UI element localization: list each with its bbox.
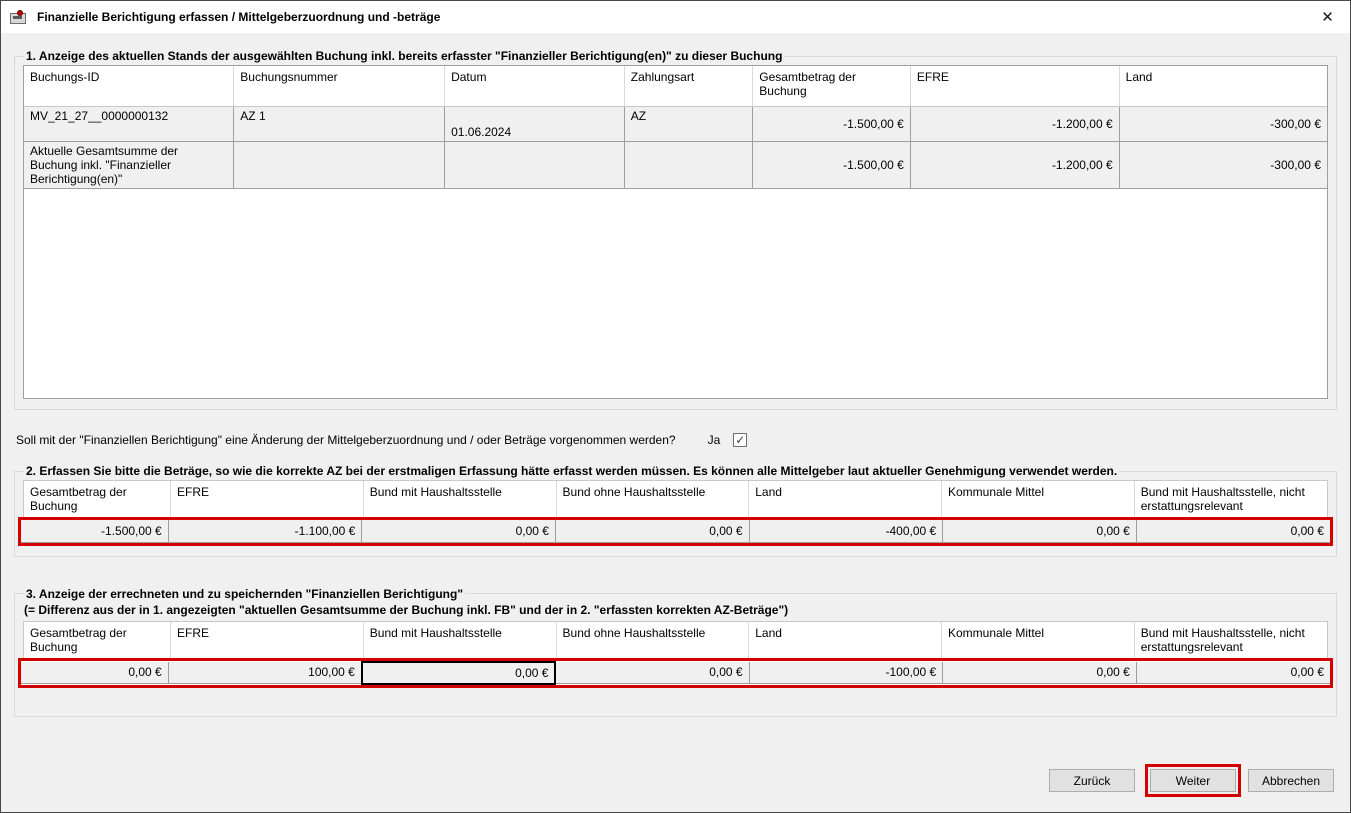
col2-land: Land: [749, 481, 942, 517]
close-icon: ✕: [1321, 8, 1334, 26]
cell-land: -300,00 €: [1119, 106, 1327, 141]
section-1-legend: 1. Anzeige des aktuellen Stands der ausg…: [24, 49, 784, 63]
input2-bund-mit-hh[interactable]: 0,00 €: [362, 520, 556, 542]
section-3-legend-line1: 3. Anzeige der errechneten und zu speich…: [24, 587, 465, 601]
col2-bund-mit-hh-nicht-erstattung: Bund mit Haushaltsstelle, nicht erstattu…: [1134, 481, 1327, 517]
col2-kommunale-mittel: Kommunale Mittel: [941, 481, 1134, 517]
zurueck-button[interactable]: Zurück: [1049, 769, 1135, 792]
sum-row: Aktuelle Gesamtsumme der Buchung inkl. "…: [24, 141, 1327, 188]
input2-efre[interactable]: -1.100,00 €: [168, 520, 362, 542]
dialog-button-bar: Zurück Weiter Abbrechen: [1049, 764, 1334, 797]
dialog-window: Finanzielle Berichtigung erfassen / Mitt…: [0, 0, 1351, 813]
correction-highlight: 0,00 € 100,00 € 0,00 € 0,00 € -100,00 € …: [18, 658, 1333, 688]
title-bar: Finanzielle Berichtigung erfassen / Mitt…: [1, 1, 1350, 33]
correction-header: Gesamtbetrag der Buchung EFRE Bund mit H…: [23, 621, 1328, 658]
value3-land[interactable]: -100,00 €: [749, 662, 943, 684]
value3-bund-mit-hh-focused[interactable]: 0,00 €: [362, 662, 556, 684]
col3-bund-mit-hh-nicht-erstattung: Bund mit Haushaltsstelle, nicht erstattu…: [1134, 622, 1327, 658]
col2-bund-ohne-hh: Bund ohne Haushaltsstelle: [556, 481, 749, 517]
correct-amounts-header: Gesamtbetrag der Buchung EFRE Bund mit H…: [23, 480, 1328, 517]
correct-amounts-header-table: Gesamtbetrag der Buchung EFRE Bund mit H…: [24, 481, 1327, 517]
section-3-groupbox: 3. Anzeige der errechneten und zu speich…: [14, 587, 1337, 717]
col3-efre: EFRE: [171, 622, 364, 658]
change-question-row: Soll mit der "Finanziellen Berichtigung"…: [16, 430, 1350, 450]
col2-bund-mit-hh: Bund mit Haushaltsstelle: [363, 481, 556, 517]
input2-bund-ohne-hh[interactable]: 0,00 €: [555, 520, 749, 542]
cell-empty-2: [445, 141, 625, 188]
correction-row: 0,00 € 100,00 € 0,00 € 0,00 € -100,00 € …: [21, 662, 1330, 684]
correct-amounts-row: -1.500,00 € -1.100,00 € 0,00 € 0,00 € -4…: [21, 520, 1330, 542]
bookings-table-container: Buchungs-ID Buchungsnummer Datum Zahlung…: [23, 65, 1328, 399]
cell-buchungsnummer: AZ 1: [234, 106, 445, 141]
col3-gesamtbetrag: Gesamtbetrag der Buchung: [24, 622, 171, 658]
correction-header-row: Gesamtbetrag der Buchung EFRE Bund mit H…: [24, 622, 1327, 658]
cell-datum: 01.06.2024: [445, 106, 625, 141]
app-icon: [10, 10, 27, 25]
cell-empty-3: [624, 141, 752, 188]
cell-empty-1: [234, 141, 445, 188]
col3-bund-mit-hh: Bund mit Haushaltsstelle: [363, 622, 556, 658]
input2-bund-mit-hh-nicht-erstattung[interactable]: 0,00 €: [1136, 520, 1330, 542]
cell-gesamtbetrag: -1.500,00 €: [753, 106, 911, 141]
cell-zahlungsart: AZ: [624, 106, 752, 141]
col-land: Land: [1119, 66, 1327, 106]
cell-buchungs-id: MV_21_27__0000000132: [24, 106, 234, 141]
weiter-button[interactable]: Weiter: [1150, 769, 1236, 792]
col-buchungs-id: Buchungs-ID: [24, 66, 234, 106]
value3-efre[interactable]: 100,00 €: [168, 662, 362, 684]
input2-gesamtbetrag[interactable]: -1.500,00 €: [21, 520, 168, 542]
cell-sum-label: Aktuelle Gesamtsumme der Buchung inkl. "…: [24, 141, 234, 188]
section-2-groupbox: 2. Erfassen Sie bitte die Beträge, so wi…: [14, 464, 1337, 557]
section-3-filler: [23, 688, 1328, 706]
booking-row: MV_21_27__0000000132 AZ 1 01.06.2024 AZ …: [24, 106, 1327, 141]
app-icon-slot: [13, 16, 22, 19]
section-1-groupbox: 1. Anzeige des aktuellen Stands der ausg…: [14, 49, 1337, 410]
correct-amounts-row-table: -1.500,00 € -1.100,00 € 0,00 € 0,00 € -4…: [21, 520, 1330, 543]
col2-efre: EFRE: [171, 481, 364, 517]
cell-efre: -1.200,00 €: [910, 106, 1119, 141]
window-title: Finanzielle Berichtigung erfassen / Mitt…: [37, 10, 440, 24]
cell-sum-land: -300,00 €: [1119, 141, 1327, 188]
correction-header-table: Gesamtbetrag der Buchung EFRE Bund mit H…: [24, 622, 1327, 658]
value3-gesamtbetrag[interactable]: 0,00 €: [21, 662, 168, 684]
value3-bund-mit-hh-nicht-erstattung[interactable]: 0,00 €: [1136, 662, 1330, 684]
cell-sum-efre: -1.200,00 €: [910, 141, 1119, 188]
input2-land[interactable]: -400,00 €: [749, 520, 943, 542]
section-3-legend-line2: (= Differenz aus der in 1. angezeigten "…: [24, 603, 1328, 617]
change-question-text: Soll mit der "Finanziellen Berichtigung"…: [16, 433, 676, 447]
checkmark-icon: ✓: [735, 433, 745, 447]
input2-kommunale-mittel[interactable]: 0,00 €: [943, 520, 1137, 542]
cell-sum-gesamtbetrag: -1.500,00 €: [753, 141, 911, 188]
close-button[interactable]: ✕: [1305, 1, 1350, 33]
col-datum: Datum: [445, 66, 625, 106]
col3-kommunale-mittel: Kommunale Mittel: [941, 622, 1134, 658]
ja-checkbox[interactable]: ✓: [733, 433, 747, 447]
value3-bund-ohne-hh[interactable]: 0,00 €: [555, 662, 749, 684]
bookings-header-row: Buchungs-ID Buchungsnummer Datum Zahlung…: [24, 66, 1327, 106]
bookings-table: Buchungs-ID Buchungsnummer Datum Zahlung…: [24, 66, 1327, 189]
col-zahlungsart: Zahlungsart: [624, 66, 752, 106]
col3-bund-ohne-hh: Bund ohne Haushaltsstelle: [556, 622, 749, 658]
col2-gesamtbetrag: Gesamtbetrag der Buchung: [24, 481, 171, 517]
correct-amounts-header-row: Gesamtbetrag der Buchung EFRE Bund mit H…: [24, 481, 1327, 517]
value3-kommunale-mittel[interactable]: 0,00 €: [943, 662, 1137, 684]
ja-label: Ja: [708, 433, 721, 447]
section-2-legend: 2. Erfassen Sie bitte die Beträge, so wi…: [24, 464, 1119, 478]
col-efre: EFRE: [910, 66, 1119, 106]
col-buchungsnummer: Buchungsnummer: [234, 66, 445, 106]
correct-amounts-highlight: -1.500,00 € -1.100,00 € 0,00 € 0,00 € -4…: [18, 517, 1333, 546]
app-icon-red-dot: [17, 10, 23, 16]
correction-row-table: 0,00 € 100,00 € 0,00 € 0,00 € -100,00 € …: [21, 661, 1330, 685]
col3-land: Land: [749, 622, 942, 658]
col-gesamtbetrag: Gesamtbetrag der Buchung: [753, 66, 911, 106]
weiter-button-highlight: Weiter: [1145, 764, 1241, 797]
abbrechen-button[interactable]: Abbrechen: [1248, 769, 1334, 792]
